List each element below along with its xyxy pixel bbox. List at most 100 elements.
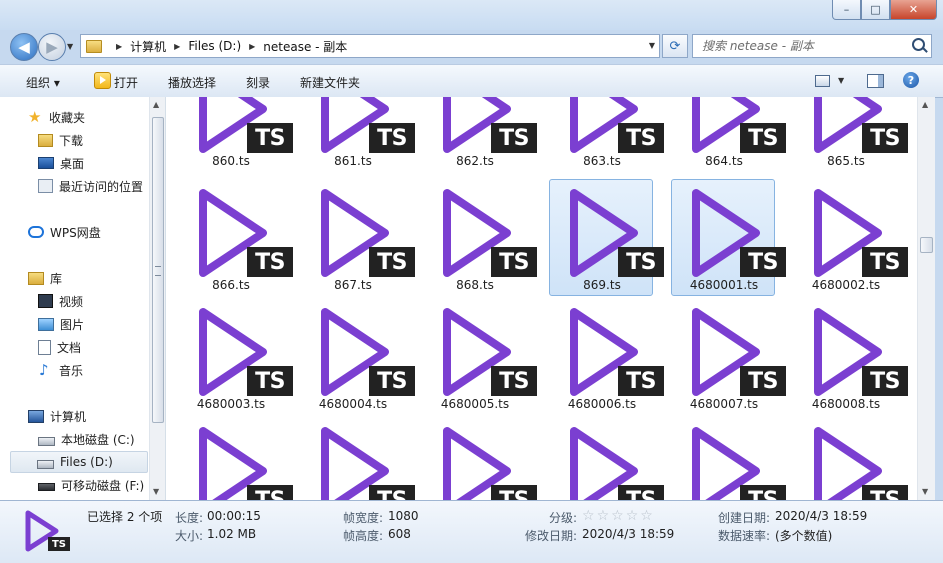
burn-button[interactable]: 刻录	[246, 74, 270, 91]
scrollbar-thumb[interactable]	[920, 237, 933, 253]
file-item[interactable]: TS 864.ts	[671, 97, 786, 172]
grip-icon	[155, 266, 161, 276]
file-name: 860.ts	[212, 154, 250, 168]
file-name: 4680006.ts	[567, 397, 637, 411]
command-bar: 组织 ▾ 打开 播放选择 刻录 新建文件夹 ▼ ?	[0, 64, 943, 98]
file-item[interactable]: TS 865.ts	[793, 97, 908, 172]
ts-badge: TS	[491, 123, 537, 153]
file-item[interactable]: TS 4680003.ts	[178, 298, 293, 415]
sidebar-item-downloads[interactable]: 下载	[38, 129, 83, 151]
rating-stars[interactable]: ☆ ☆ ☆ ☆ ☆	[582, 509, 653, 523]
minimize-button[interactable]: –	[832, 0, 861, 20]
sidebar-item-recent[interactable]: 最近访问的位置	[38, 175, 143, 197]
sidebar-item-drive-c[interactable]: 本地磁盘 (C:)	[38, 428, 135, 450]
refresh-button[interactable]: ⟳	[662, 34, 688, 58]
file-item[interactable]: TS 869.ts	[549, 179, 664, 296]
file-item[interactable]: TS 4680008.ts	[793, 298, 908, 415]
scroll-down-arrow-icon[interactable]: ▼	[153, 487, 159, 496]
sidebar-item-computer[interactable]: 计算机	[28, 405, 86, 427]
file-item[interactable]: TS 863.ts	[549, 97, 664, 172]
play-icon[interactable]	[94, 72, 111, 89]
file-item[interactable]: TS 868.ts	[422, 179, 537, 296]
created-value: 2020/4/3 18:59	[775, 509, 868, 523]
file-item[interactable]: TS 867.ts	[300, 179, 415, 296]
change-view-icon[interactable]	[815, 75, 830, 87]
file-list-scrollbar[interactable]: ▲ ▼	[917, 97, 935, 500]
sidebar-item-pictures[interactable]: 图片	[38, 313, 84, 335]
forward-button[interactable]: ▶	[38, 33, 66, 61]
file-item[interactable]: TS 4680004.ts	[300, 298, 415, 415]
file-item[interactable]: TS 860.ts	[178, 97, 293, 172]
breadcrumb-drive-d[interactable]: Files (D:)	[188, 39, 241, 53]
modified-label: 修改日期:	[525, 529, 578, 543]
back-button[interactable]: ◀	[10, 33, 38, 61]
star-icon[interactable]: ☆	[582, 509, 595, 523]
file-item[interactable]: TS	[422, 417, 537, 500]
ts-badge: TS	[618, 366, 664, 396]
address-dropdown-icon[interactable]: ▼	[649, 41, 655, 50]
file-name: 4680004.ts	[318, 397, 388, 411]
file-item[interactable]: TS	[300, 417, 415, 500]
sidebar-item-desktop[interactable]: 桌面	[38, 152, 84, 174]
sidebar-item-documents[interactable]: 文档	[38, 336, 81, 358]
file-name: 4680003.ts	[196, 397, 266, 411]
scrollbar-thumb[interactable]	[152, 117, 164, 423]
file-name: 862.ts	[456, 154, 494, 168]
modified-value: 2020/4/3 18:59	[582, 527, 675, 541]
address-bar[interactable]: ▶ 计算机 ▶ Files (D:) ▶ netease - 副本 ▼	[80, 34, 660, 58]
star-icon[interactable]: ☆	[611, 509, 624, 523]
star-icon[interactable]: ☆	[640, 509, 653, 523]
file-item[interactable]: TS	[178, 417, 293, 500]
new-folder-button[interactable]: 新建文件夹	[300, 74, 360, 91]
close-button[interactable]: ✕	[890, 0, 937, 20]
sidebar-item-label: 计算机	[50, 409, 87, 424]
ts-badge: TS	[740, 366, 786, 396]
search-input[interactable]	[693, 35, 914, 57]
organize-menu[interactable]: 组织 ▾	[26, 74, 60, 91]
navigation-scrollbar[interactable]: ▲ ▼	[149, 97, 165, 500]
star-icon[interactable]: ☆	[626, 509, 639, 523]
scroll-down-arrow-icon[interactable]: ▼	[922, 487, 928, 496]
breadcrumb-current-folder[interactable]: netease - 副本	[263, 38, 347, 55]
file-item[interactable]: TS 4680001.ts	[671, 179, 786, 296]
breadcrumb-computer[interactable]: 计算机	[130, 38, 166, 55]
file-item[interactable]: TS	[549, 417, 664, 500]
file-item[interactable]: TS 862.ts	[422, 97, 537, 172]
star-icon[interactable]: ☆	[597, 509, 610, 523]
sidebar-item-drive-f[interactable]: 可移动磁盘 (F:)	[38, 474, 144, 496]
file-name: 4680008.ts	[811, 397, 881, 411]
sidebar-item-music[interactable]: 音乐	[38, 359, 83, 381]
ts-badge: TS	[740, 247, 786, 277]
help-icon[interactable]: ?	[903, 72, 919, 88]
breadcrumb-arrow-icon[interactable]: ▶	[116, 42, 122, 51]
ts-badge: TS	[247, 485, 293, 500]
open-button[interactable]: 打开	[114, 74, 138, 91]
ts-badge: TS	[247, 123, 293, 153]
file-item[interactable]: TS 4680005.ts	[422, 298, 537, 415]
recent-pages-dropdown[interactable]: ▼	[67, 42, 73, 51]
search-box[interactable]	[692, 34, 932, 58]
file-item[interactable]: TS 861.ts	[300, 97, 415, 172]
sidebar-item-videos[interactable]: 视频	[38, 290, 83, 312]
preview-pane-icon[interactable]	[867, 74, 884, 88]
file-item[interactable]: TS 4680002.ts	[793, 179, 908, 296]
sidebar-item-wps[interactable]: WPS网盘	[28, 221, 101, 243]
sidebar-item-libraries[interactable]: 库	[28, 267, 62, 289]
scroll-up-arrow-icon[interactable]: ▲	[153, 100, 159, 109]
sidebar-item-favorites[interactable]: 收藏夹	[28, 106, 85, 128]
file-item[interactable]: TS 4680007.ts	[671, 298, 786, 415]
file-name: 868.ts	[456, 278, 494, 292]
scroll-up-arrow-icon[interactable]: ▲	[922, 100, 928, 109]
view-dropdown-icon[interactable]: ▼	[838, 76, 844, 85]
file-item[interactable]: TS	[793, 417, 908, 500]
file-item[interactable]: TS	[671, 417, 786, 500]
breadcrumb-arrow-icon[interactable]: ▶	[174, 42, 180, 51]
search-icon[interactable]	[912, 38, 925, 51]
sidebar-item-drive-d[interactable]: Files (D:)	[10, 451, 148, 473]
play-selection-button[interactable]: 播放选择	[168, 74, 216, 91]
file-item[interactable]: TS 4680006.ts	[549, 298, 664, 415]
maximize-button[interactable]: □	[861, 0, 890, 20]
recent-places-icon	[38, 179, 53, 193]
file-item[interactable]: TS 866.ts	[178, 179, 293, 296]
breadcrumb-arrow-icon[interactable]: ▶	[249, 42, 255, 51]
